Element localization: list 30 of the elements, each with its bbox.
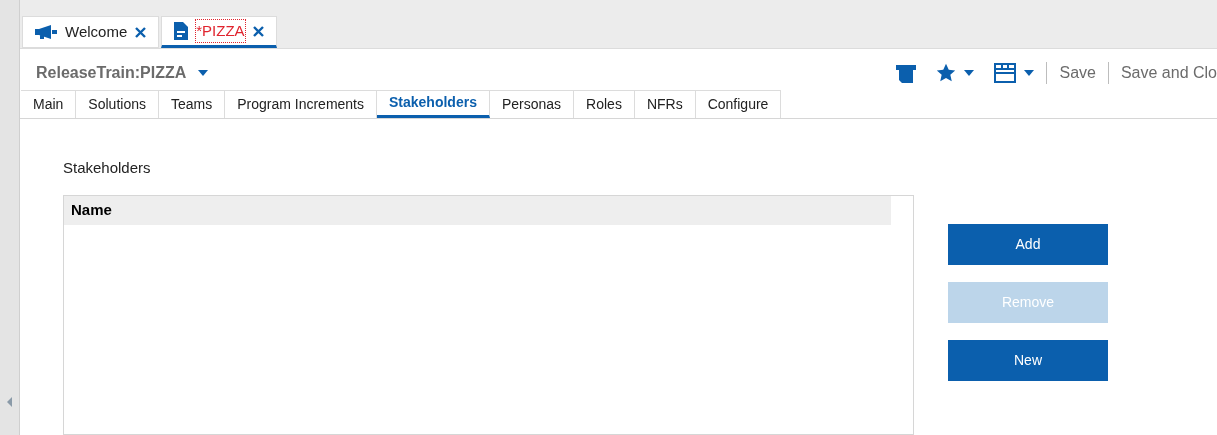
tab[interactable]: Stakeholders: [377, 90, 490, 118]
tab[interactable]: NFRs: [634, 90, 696, 118]
document-icon: [174, 22, 189, 40]
tab[interactable]: Solutions: [76, 90, 159, 118]
tab[interactable]: Configure: [695, 90, 782, 118]
action-button[interactable]: New: [948, 339, 1108, 381]
close-icon[interactable]: [252, 25, 264, 37]
section-title: Stakeholders: [63, 157, 152, 178]
tab-title: *PIZZA: [196, 19, 245, 43]
action-button[interactable]: Add: [948, 223, 1108, 265]
tab[interactable]: Roles: [574, 90, 635, 118]
toolbar-action[interactable]: Save and Clo: [1120, 60, 1217, 85]
column-header[interactable]: Name: [71, 199, 112, 222]
caret-icon[interactable]: [964, 69, 975, 76]
editor-tab[interactable]: Welcome: [22, 16, 160, 48]
caret-icon[interactable]: [1024, 69, 1035, 76]
layout-icon[interactable]: [994, 62, 1017, 83]
star-icon[interactable]: [936, 62, 957, 83]
tab-title: Welcome: [65, 21, 128, 42]
print-icon[interactable]: [896, 62, 917, 83]
tab[interactable]: Teams: [158, 90, 226, 118]
tab[interactable]: Main: [21, 90, 77, 118]
tab[interactable]: Personas: [489, 90, 575, 118]
editor-tab[interactable]: *PIZZA: [161, 16, 277, 48]
toolbar-action[interactable]: Save: [1059, 60, 1096, 85]
page-title: ReleaseTrain:PIZZA: [36, 62, 187, 83]
tab[interactable]: Program Increments: [225, 90, 377, 118]
close-icon[interactable]: [135, 26, 147, 38]
megaphone-icon: [35, 25, 57, 39]
caret-icon[interactable]: [198, 69, 209, 76]
